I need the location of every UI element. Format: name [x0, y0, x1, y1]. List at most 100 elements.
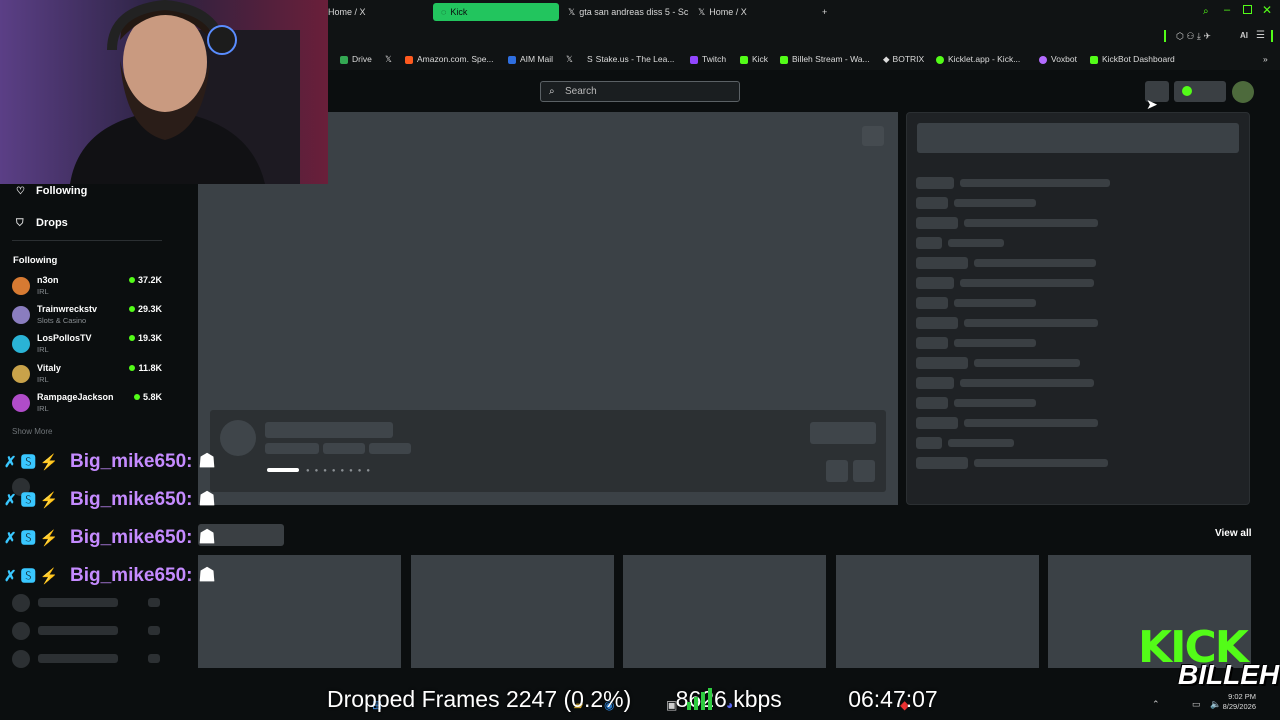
view-all-link[interactable]: View all	[1215, 528, 1252, 539]
bookmark-amazon[interactable]: Amazon.com. Spe...	[405, 51, 494, 67]
minimize-icon[interactable]: –	[1224, 4, 1230, 16]
tab-home-x-2[interactable]: 𝕏 Home / X	[690, 3, 800, 21]
skeleton-pill	[916, 177, 954, 189]
tab-label: Home / X	[709, 7, 747, 17]
bookmark-x-2[interactable]: 𝕏	[566, 51, 573, 67]
heart-icon: ♡	[16, 186, 25, 197]
bookmark-botrix[interactable]: ◆ BOTRIX	[883, 51, 924, 67]
carousel-indicator-active[interactable]	[267, 468, 299, 472]
category-card[interactable]	[836, 555, 1039, 668]
skeleton-line	[38, 654, 118, 663]
avatar	[12, 365, 30, 383]
emote-icon: ☗	[198, 489, 216, 510]
skeleton-line	[954, 399, 1036, 407]
more-bookmarks-icon[interactable]: »	[1263, 51, 1268, 67]
sidebar-item-following[interactable]: ♡ Following	[16, 185, 87, 197]
chat-badges-icon: ✗ 🆂 ⚡	[4, 454, 59, 471]
login-button[interactable]	[1174, 81, 1226, 102]
extensions-icon[interactable]: ⬡ ⚇ ⤓ ✈	[1176, 31, 1211, 42]
search-input[interactable]: ⌕ Search	[540, 81, 740, 102]
tray-chevron-icon[interactable]: ⌃	[1152, 699, 1160, 710]
category-card[interactable]	[411, 555, 614, 668]
skeleton-line	[148, 654, 160, 663]
tab-label: Kick	[450, 7, 468, 17]
clock-date: 8/29/2026	[1222, 702, 1256, 711]
bookmark-label: Stake.us - The Lea...	[595, 54, 675, 64]
volume-icon[interactable]: 🔈	[1210, 699, 1221, 710]
kickbot-icon	[1090, 55, 1098, 64]
skeleton-line	[954, 339, 1036, 347]
kicklet-icon	[936, 55, 944, 64]
skeleton-avatar	[12, 594, 30, 612]
channel-name: Trainwreckstv	[37, 304, 98, 314]
webcam-feed	[0, 0, 328, 184]
search-placeholder: Search	[565, 86, 597, 97]
bookmark-voxbot[interactable]: Voxbot	[1039, 51, 1077, 67]
skeleton-line	[974, 359, 1080, 367]
bookmark-kick[interactable]: Kick	[740, 51, 768, 67]
skeleton-pill	[916, 277, 954, 289]
ai-icon[interactable]: AI	[1240, 31, 1248, 40]
chat-badges-icon: ✗ 🆂 ⚡	[4, 530, 59, 547]
channel-item-lospollostv[interactable]: LosPollosTV IRL 19.3K	[12, 333, 162, 361]
stream-info-skeleton: ●●●●●●●●	[210, 410, 886, 492]
plus-icon: +	[822, 7, 828, 17]
maximize-icon[interactable]	[1243, 5, 1252, 14]
channel-name: n3on	[37, 275, 59, 285]
bookmark-x[interactable]: 𝕏	[385, 51, 392, 67]
category-card[interactable]	[198, 555, 401, 668]
skeleton-button	[810, 422, 876, 444]
viewer-count: 29.3K	[129, 304, 162, 314]
skeleton-pill	[916, 197, 948, 209]
skeleton-pill	[916, 357, 968, 369]
chat-username: Big_mike650:	[70, 451, 193, 472]
avatar[interactable]	[1232, 81, 1254, 103]
skeleton-button	[826, 460, 848, 482]
channel-item-trainwreckstv[interactable]: Trainwreckstv Slots & Casino 29.3K	[12, 304, 162, 332]
channel-item-n3on[interactable]: n3on IRL 37.2K	[12, 275, 162, 303]
skeleton-pill	[916, 337, 948, 349]
chat-message: ✗ 🆂 ⚡ Big_mike650: ☗	[4, 449, 216, 475]
bookmark-aim-mail[interactable]: AIM Mail	[508, 51, 553, 67]
search-tabs-icon[interactable]: ⌕	[1203, 6, 1209, 17]
bookmark-stake[interactable]: S Stake.us - The Lea...	[587, 51, 674, 67]
carousel-indicators[interactable]: ●●●●●●●●	[306, 468, 375, 474]
voxbot-icon	[1039, 55, 1047, 64]
skeleton-pill	[916, 297, 948, 309]
divider	[12, 240, 162, 241]
bookmark-twitch[interactable]: Twitch	[690, 51, 726, 67]
tab-kick[interactable]: ◌ Kick	[433, 3, 559, 21]
skeleton-line	[974, 259, 1096, 267]
chat-badges-icon: ✗ 🆂 ⚡	[4, 568, 59, 585]
network-icon[interactable]: ▭	[1192, 699, 1201, 710]
skeleton-line	[974, 459, 1108, 467]
avatar	[12, 277, 30, 295]
skeleton-avatar	[12, 650, 30, 668]
show-more-link[interactable]: Show More	[12, 427, 52, 436]
channel-item-vitaly[interactable]: Vitaly IRL 11.8K	[12, 363, 162, 391]
skeleton-line	[265, 443, 319, 454]
new-tab-button[interactable]: +	[814, 3, 834, 21]
emote-icon: ☗	[198, 565, 216, 586]
tab-gta-diss[interactable]: 𝕏gta san andreas diss 5 - Sc	[560, 3, 690, 21]
bookmark-billeh-stream[interactable]: Billeh Stream - Wa...	[780, 51, 870, 67]
close-icon[interactable]: ✕	[1262, 3, 1272, 17]
bookmark-label: Kick	[752, 54, 769, 64]
avatar	[12, 306, 30, 324]
tab-home-x-1[interactable]: Home / X	[320, 3, 424, 21]
menu-icon[interactable]: ☰	[1256, 30, 1265, 41]
category-card[interactable]	[623, 555, 826, 668]
skeleton-line	[265, 422, 393, 438]
bookmark-kickbot[interactable]: KickBot Dashboard	[1090, 51, 1175, 67]
x-icon: 𝕏	[568, 7, 576, 17]
bookmark-kicklet[interactable]: Kicklet.app - Kick...	[936, 51, 1020, 67]
signal-bars-icon	[687, 688, 713, 710]
x-icon: 𝕏	[566, 54, 573, 64]
viewer-count: 37.2K	[129, 275, 162, 285]
channel-item-rampagejackson[interactable]: RampageJackson IRL 5.8K	[12, 392, 162, 420]
bookmark-drive[interactable]: Drive	[340, 51, 372, 67]
logo-billeh-text: BILLEH	[1178, 659, 1280, 690]
kick-icon	[740, 55, 748, 64]
bookmark-label: KickBot Dashboard	[1102, 54, 1175, 64]
sidebar-item-drops[interactable]: ⛉ Drops	[16, 217, 68, 229]
